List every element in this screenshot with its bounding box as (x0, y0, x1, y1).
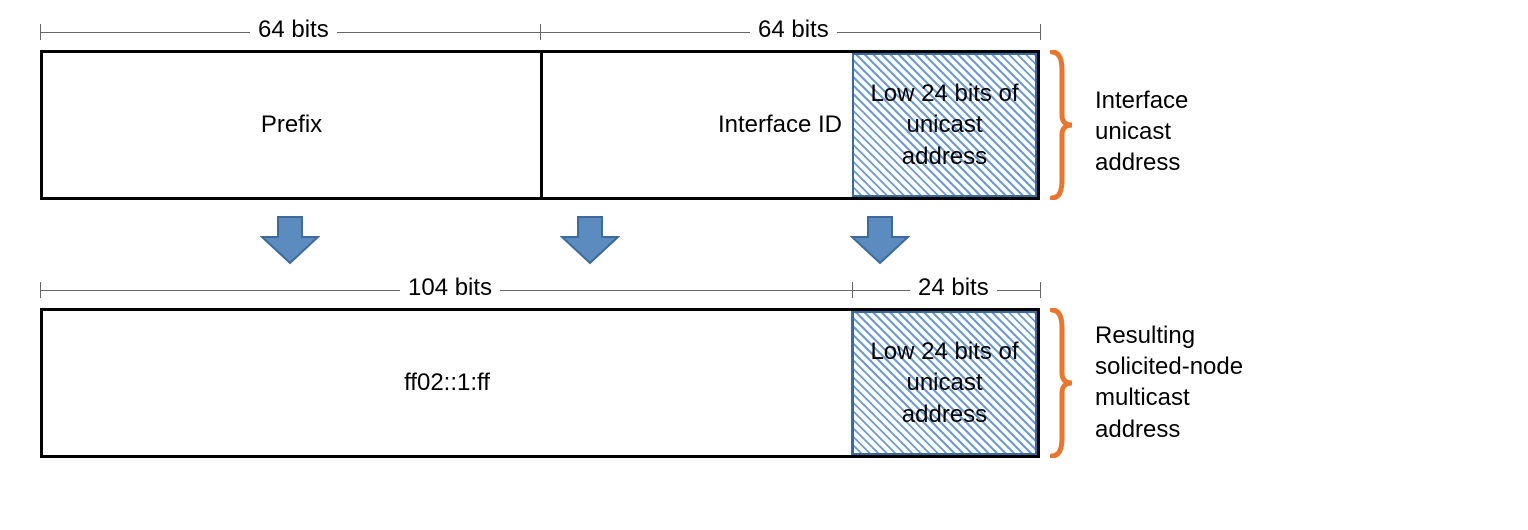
unicast-side-label: Interface unicast address (1095, 85, 1188, 179)
dimension-label-64bits-right: 64 bits (750, 16, 837, 44)
low24-label-bottom: Low 24 bits of unicast address (870, 336, 1018, 430)
unicast-address-box: Prefix Interface ID Low 24 bits of unica… (40, 50, 1040, 200)
prefix-label: Prefix (261, 109, 322, 140)
brace-bottom (1050, 308, 1080, 458)
dim-tick (1040, 282, 1041, 298)
multicast-side-label: Resulting solicited-node multicast addre… (1095, 320, 1243, 445)
multicast-address-box: ff02::1:ff Low 24 bits of unicast addres… (40, 308, 1040, 458)
dimension-label-64bits-left: 64 bits (250, 16, 337, 44)
prefix-cell: Prefix (43, 53, 540, 197)
dimension-label-24bits: 24 bits (910, 274, 997, 302)
arrow-down-icon (850, 215, 910, 265)
dim-tick (1040, 24, 1041, 40)
ff02-prefix-label: ff02::1:ff (404, 367, 490, 398)
ipv6-solicited-node-diagram: 64 bits 64 bits Prefix Interface ID Low … (20, 20, 1508, 510)
brace-top (1050, 50, 1080, 200)
arrow-down-icon (260, 215, 320, 265)
interface-id-cell: Interface ID (543, 53, 852, 197)
interface-id-label: Interface ID (718, 109, 842, 140)
low24-label-top: Low 24 bits of unicast address (870, 78, 1018, 172)
ff02-prefix-cell: ff02::1:ff (43, 311, 851, 455)
dimension-label-104bits: 104 bits (400, 274, 500, 302)
arrow-down-icon (560, 215, 620, 265)
low24-cell-bottom: Low 24 bits of unicast address (852, 311, 1037, 455)
low24-cell-top: Low 24 bits of unicast address (852, 53, 1037, 197)
